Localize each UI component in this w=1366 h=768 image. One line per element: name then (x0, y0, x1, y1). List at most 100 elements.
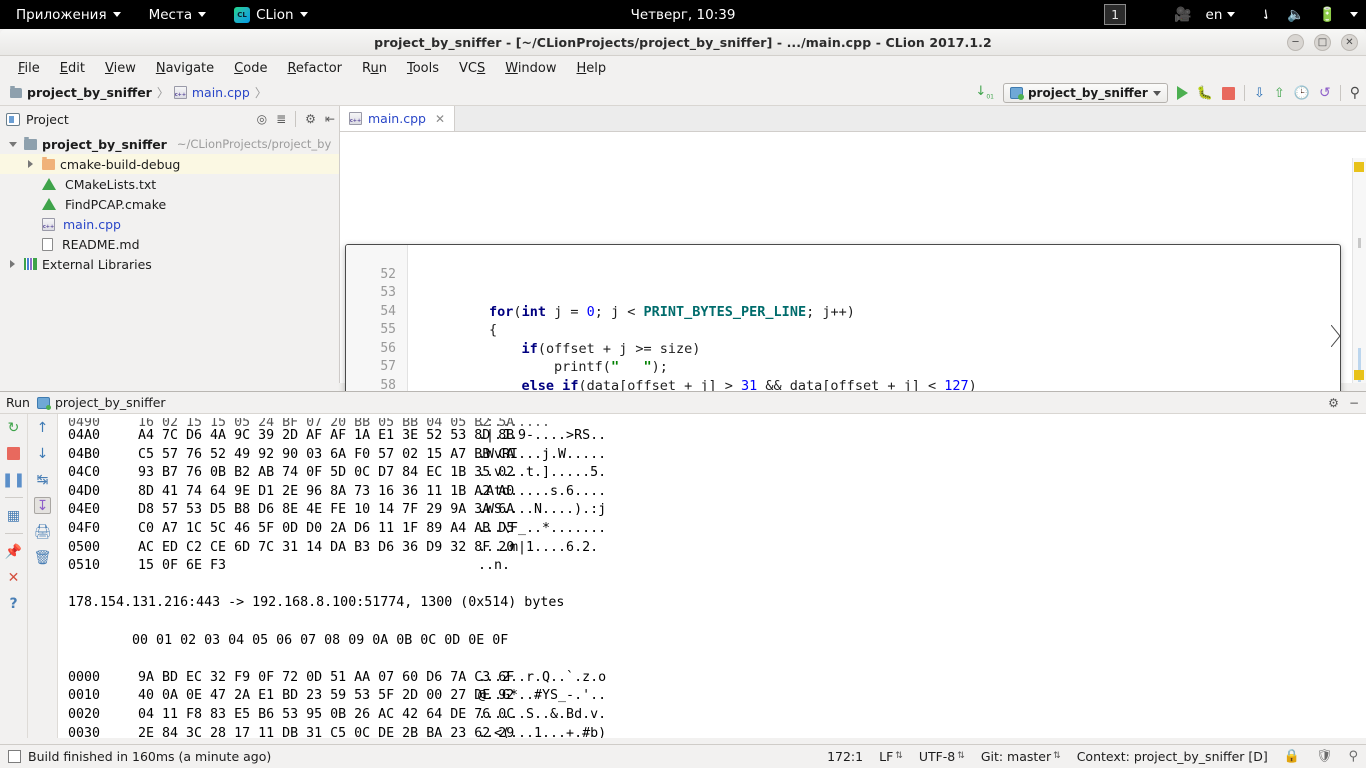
pause-icon[interactable]: ❚❚ (2, 471, 25, 488)
lock-icon[interactable]: 🔒 (1284, 749, 1300, 764)
run-icon[interactable] (1176, 86, 1188, 100)
scroll-down-icon[interactable]: ↓ (34, 445, 51, 462)
scroll-up-icon[interactable]: ↑ (34, 419, 51, 436)
stop-icon[interactable] (5, 445, 22, 462)
collapse-all-icon[interactable]: ≣ (276, 112, 286, 126)
minimize-button[interactable]: ─ (1287, 34, 1304, 51)
inspection-icon[interactable]: 🛡 (1316, 749, 1333, 764)
settings-icon[interactable]: ⚙ (1328, 396, 1339, 410)
vcs-history-icon[interactable]: 🕒 (1294, 86, 1310, 101)
close-icon[interactable]: ✕ (435, 112, 445, 126)
soft-wrap-icon[interactable]: ↹ (34, 471, 51, 488)
volume-icon[interactable]: 🔈 (1287, 8, 1304, 22)
help-icon[interactable]: ? (5, 595, 22, 612)
desktop-menu-applications[interactable]: Приложения (0, 0, 135, 29)
hex-ascii: ...2..r.Q..`.z.o (478, 669, 607, 685)
menu-help[interactable]: Help (567, 59, 617, 78)
tree-node-readme[interactable]: README.md (0, 234, 339, 254)
keyboard-layout-label: en (1205, 6, 1223, 23)
battery-icon[interactable]: 🔋 (1319, 8, 1336, 22)
console-output[interactable]: 0490 16 02 15 15 05 24 BF 07 20 BB 05 BB … (58, 414, 1366, 738)
git-branch-selector[interactable]: Git: master ⇅ (981, 749, 1061, 764)
expand-toggle[interactable] (6, 260, 19, 268)
run-configuration-selector[interactable]: project_by_sniffer (1002, 83, 1168, 103)
warning-marker[interactable] (1354, 162, 1364, 172)
workspace-indicator[interactable]: 1 (1104, 4, 1127, 25)
expand-toggle[interactable] (6, 141, 19, 147)
chevron-down-icon[interactable] (1350, 12, 1358, 17)
magnifier-icon[interactable]: ⚲ (1348, 749, 1358, 764)
tree-node-label: README.md (62, 236, 140, 252)
tree-node-label: project_by_sniffer (42, 136, 167, 152)
tab-main-cpp[interactable]: c++ main.cpp ✕ (340, 106, 456, 131)
keyboard-layout-menu[interactable]: en (1206, 0, 1236, 29)
tree-node-project[interactable]: project_by_sniffer ~/CLionProjects/proje… (0, 134, 339, 154)
bluetooth-icon[interactable]: ✓ (1257, 5, 1277, 25)
line-separator-selector[interactable]: LF ⇅ (879, 749, 903, 764)
tree-node-cmakelists[interactable]: CMakeLists.txt (0, 174, 339, 194)
chevron-updown-icon: ⇅ (1053, 751, 1061, 762)
console-icon[interactable]: ▦ (5, 507, 22, 524)
hex-bytes: 15 0F 6E F3 (138, 558, 227, 574)
editor-marker-bar[interactable] (1352, 158, 1366, 383)
menu-view[interactable]: View (95, 59, 146, 78)
pin-icon[interactable]: 📌 (5, 543, 22, 560)
vcs-rollback-icon[interactable]: ↺ (1319, 85, 1331, 101)
menu-code[interactable]: Code (224, 59, 277, 78)
print-icon[interactable]: 🖨 (34, 523, 52, 540)
debug-icon[interactable]: 🐛 (1197, 86, 1213, 101)
breadcrumb-project[interactable]: project_by_sniffer (10, 85, 152, 100)
cpp-file-icon: c++ (349, 112, 362, 125)
clear-all-icon[interactable]: 🗑 (34, 549, 52, 566)
tree-node-findpcap[interactable]: FindPCAP.cmake (0, 194, 339, 214)
maximize-button[interactable]: □ (1314, 34, 1331, 51)
menu-run[interactable]: Run (352, 59, 397, 78)
toolbar-divider (4, 497, 23, 498)
expand-toggle[interactable] (24, 160, 37, 168)
menu-tools[interactable]: Tools (397, 59, 449, 78)
close-icon: ✕ (1345, 36, 1354, 48)
caret-position[interactable]: 172:1 (827, 749, 863, 764)
menu-file[interactable]: File (8, 59, 50, 78)
desktop-menu-places[interactable]: Места (135, 0, 221, 29)
stop-icon[interactable] (1222, 86, 1235, 100)
hide-icon[interactable]: − (1349, 396, 1359, 410)
hide-icon[interactable]: ⇤ (325, 112, 335, 126)
target-icon[interactable]: ◎ (257, 112, 267, 126)
run-tool-config-label[interactable]: project_by_sniffer (55, 395, 166, 410)
rerun-icon[interactable]: ↻ (5, 419, 22, 436)
hex-offset: 04D0 (68, 483, 101, 499)
applications-menu-label: Приложения (16, 6, 107, 23)
code-line: 52 (346, 247, 1340, 282)
warning-marker[interactable] (1354, 370, 1364, 380)
run-tool-header-actions: ⚙ − (1328, 396, 1359, 410)
code-line: 55 if(offset + j >= size) (346, 303, 1340, 357)
settings-icon[interactable]: ⚙ (305, 112, 316, 126)
screen-recorder-icon[interactable]: 🎥 (1174, 8, 1191, 22)
desktop-menu-clion[interactable]: CL CLion (220, 0, 322, 29)
menu-refactor[interactable]: Refactor (277, 59, 352, 78)
close-icon[interactable]: ✕ (5, 569, 22, 586)
close-button[interactable]: ✕ (1341, 34, 1358, 51)
vcs-commit-icon[interactable]: ⇧ (1274, 86, 1285, 101)
scroll-to-end-icon[interactable]: ↧ (34, 497, 51, 514)
breadcrumb-file[interactable]: c++ main.cpp (173, 85, 250, 100)
main-content-area: Project ◎ ≣ ⚙ ⇤ project_by_sniffer ~/CLi… (0, 106, 1366, 431)
menu-edit[interactable]: Edit (50, 59, 95, 78)
binary-toggle-icon[interactable]: ↓01 (975, 85, 994, 101)
tree-node-external-libraries[interactable]: External Libraries (0, 254, 339, 274)
chevron-down-icon (1227, 12, 1236, 17)
tree-node-main-cpp[interactable]: c++ main.cpp (0, 214, 339, 234)
tree-node-cmake-build-debug[interactable]: cmake-build-debug (0, 154, 339, 174)
menu-vcs[interactable]: VCS (449, 59, 495, 78)
status-message-area: Build finished in 160ms (a minute ago) (0, 749, 271, 764)
window-titlebar: project_by_sniffer - [~/CLionProjects/pr… (0, 29, 1366, 56)
search-icon[interactable]: ⚲ (1350, 85, 1360, 101)
menu-navigate[interactable]: Navigate (146, 59, 224, 78)
context-indicator[interactable]: Context: project_by_sniffer [D] (1077, 749, 1268, 764)
toolbar-divider-2 (4, 533, 23, 534)
encoding-selector[interactable]: UTF-8 ⇅ (919, 749, 965, 764)
vcs-update-icon[interactable]: ⇩ (1254, 86, 1265, 101)
menu-window[interactable]: Window (495, 59, 566, 78)
hex-ascii: .WS....N....).:j (478, 502, 607, 518)
